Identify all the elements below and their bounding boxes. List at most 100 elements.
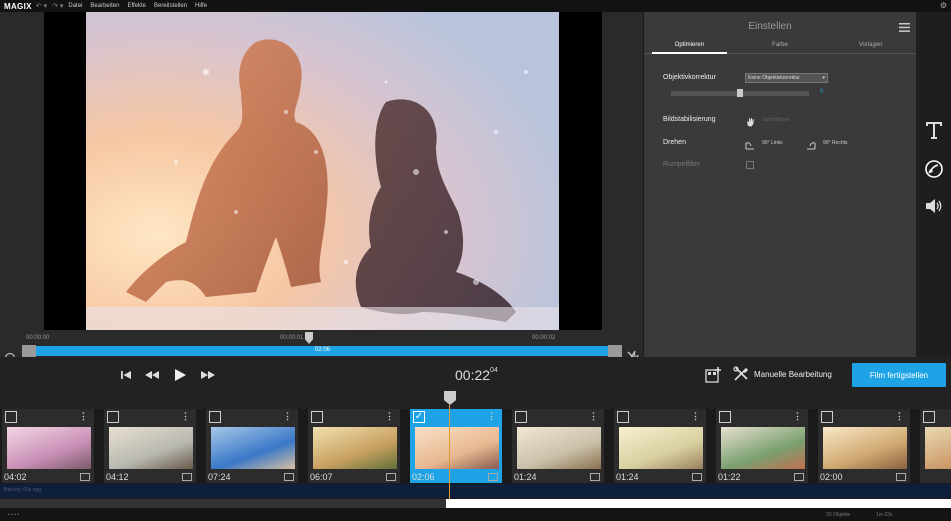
- more-options-icon[interactable]: ⋮: [385, 411, 394, 422]
- audio-track[interactable]: Balcony 60s.ogg: [0, 484, 951, 498]
- manual-edit-label[interactable]: Manuelle Bearbeitung: [754, 370, 832, 379]
- menu-bearbeiten[interactable]: Bearbeiten: [90, 3, 119, 9]
- right-toolbar: [916, 12, 951, 357]
- effects-tool-icon[interactable]: [920, 157, 948, 181]
- clip-thumbnail: [313, 427, 397, 469]
- menu-effekte[interactable]: Effekte: [127, 3, 146, 9]
- clip-8[interactable]: ⋮ 01:22: [716, 409, 808, 483]
- play-icon[interactable]: [172, 367, 188, 383]
- clip-checkbox[interactable]: [923, 411, 935, 423]
- clip-checkbox[interactable]: [821, 411, 833, 423]
- undo-icon[interactable]: ↶ ▾: [36, 2, 47, 10]
- preview-stage: [44, 12, 602, 330]
- more-options-icon[interactable]: ⋮: [793, 411, 802, 422]
- more-options-icon[interactable]: ⋮: [487, 411, 496, 422]
- image-icon: [794, 473, 804, 481]
- timecode-mid: 00:00:01: [280, 335, 304, 341]
- overview-strip-played: [0, 499, 446, 508]
- clip-duration: 01:24: [616, 472, 639, 482]
- clip-duration: 01:24: [514, 472, 537, 482]
- more-options-icon[interactable]: ⋮: [181, 411, 190, 422]
- skip-to-start-icon[interactable]: [118, 367, 134, 383]
- lens-slider-thumb[interactable]: [737, 89, 743, 97]
- timecode-frames: 04: [490, 367, 498, 374]
- clip-duration: 04:12: [106, 472, 129, 482]
- more-options-icon[interactable]: ⋮: [79, 411, 88, 422]
- clip-3[interactable]: ⋮ 07:24: [206, 409, 298, 483]
- tools-icon[interactable]: [733, 366, 749, 382]
- clip-duration: 02:06: [412, 472, 435, 482]
- clip-9[interactable]: ⋮ 02:00: [818, 409, 910, 483]
- tab-vorlagen[interactable]: Vorlagen: [825, 42, 916, 53]
- rotate-right-icon[interactable]: [806, 137, 816, 150]
- clip-thumbnail: [211, 427, 295, 469]
- clip-thumbnail: [517, 427, 601, 469]
- stabilize-action[interactable]: Durchführen: [762, 117, 790, 123]
- clip-checkbox[interactable]: [5, 411, 17, 423]
- hamburger-menu-icon[interactable]: [899, 19, 910, 32]
- clip-checkbox[interactable]: [311, 411, 323, 423]
- timecode-main: 00:22: [455, 367, 491, 383]
- audio-track-name: Balcony 60s.ogg: [4, 487, 41, 493]
- preview-playhead[interactable]: [305, 332, 313, 344]
- clip-7[interactable]: ⋮ 01:24: [614, 409, 706, 483]
- clip-thumbnail: [619, 427, 703, 469]
- fast-forward-icon[interactable]: [200, 367, 216, 383]
- hand-icon[interactable]: [745, 114, 755, 127]
- status-bar: • • • • 20 Objekte 1m 02s: [0, 508, 951, 521]
- chevron-down-icon: ▾: [822, 75, 825, 81]
- clip-1[interactable]: ⋮ 04:02: [2, 409, 94, 483]
- clip-thumbnail: [925, 427, 951, 469]
- gear-icon[interactable]: ⚙: [940, 1, 947, 10]
- tab-farbe[interactable]: Farbe: [735, 42, 826, 53]
- more-options-icon[interactable]: ⋮: [283, 411, 292, 422]
- rotate-right-label[interactable]: 90° Rechts: [823, 140, 848, 146]
- add-media-icon[interactable]: [705, 366, 723, 384]
- tab-optimieren[interactable]: Optimieren: [644, 42, 735, 54]
- clip-duration: 01:22: [718, 472, 741, 482]
- more-options-icon[interactable]: ⋮: [691, 411, 700, 422]
- magix-app-window: MAGIX ↶ ▾ ↷ ▾ Datei Bearbeiten Effekte B…: [0, 0, 951, 521]
- clip-partial[interactable]: [920, 409, 951, 483]
- more-options-icon[interactable]: ⋮: [589, 411, 598, 422]
- storyboard-ruler[interactable]: [0, 395, 951, 409]
- image-icon: [386, 473, 396, 481]
- finish-movie-button[interactable]: Film fertigstellen: [852, 363, 946, 387]
- more-options-icon[interactable]: ⋮: [895, 411, 904, 422]
- text-tool-icon[interactable]: [920, 118, 948, 142]
- menu-hilfe[interactable]: Hilfe: [195, 3, 207, 9]
- panel-tabs: Optimieren Farbe Vorlagen: [644, 42, 916, 54]
- image-icon: [590, 473, 600, 481]
- clip-2[interactable]: ⋮ 04:12: [104, 409, 196, 483]
- status-length: 1m 02s: [876, 512, 893, 518]
- menu-datei[interactable]: Datei: [68, 3, 82, 9]
- clip-checkbox[interactable]: [719, 411, 731, 423]
- current-timecode: 00:2204: [455, 367, 498, 383]
- rotate-left-icon[interactable]: [745, 137, 755, 150]
- clip-5[interactable]: ✓ ⋮ 02:06: [410, 409, 502, 483]
- menu-bereitstellen[interactable]: Bereitstellen: [154, 3, 187, 9]
- clip-6[interactable]: ⋮ 01:24: [512, 409, 604, 483]
- lens-correction-select[interactable]: Keine Objektivkorrektur ▾: [745, 73, 828, 83]
- clip-checkbox[interactable]: [209, 411, 221, 423]
- clip-thumbnail: [721, 427, 805, 469]
- range-start-handle[interactable]: [22, 345, 36, 357]
- redo-icon[interactable]: ↷ ▾: [52, 2, 63, 10]
- clip-checkbox[interactable]: [515, 411, 527, 423]
- clip-checkbox[interactable]: [617, 411, 629, 423]
- clip-checkbox[interactable]: [107, 411, 119, 423]
- range-end-handle[interactable]: [608, 345, 622, 357]
- timecode-end: 00:00:02: [532, 335, 556, 341]
- image-icon: [182, 473, 192, 481]
- clip-4[interactable]: ⋮ 06:07: [308, 409, 400, 483]
- rewind-icon[interactable]: [144, 367, 160, 383]
- rumble-filter-checkbox[interactable]: [746, 161, 754, 169]
- preview-frame-image: [86, 12, 559, 330]
- video-preview-area: 00:00:00 00:00:01 00:00:02 02:06: [0, 12, 643, 366]
- lens-correction-value: 0: [820, 89, 824, 95]
- audio-tool-icon[interactable]: [920, 194, 948, 218]
- rumble-filter-label: Rumpelfilter: [663, 161, 701, 168]
- clip-checkbox[interactable]: ✓: [413, 411, 425, 423]
- rotate-left-label[interactable]: 90° Links: [762, 140, 783, 146]
- status-objects: 20 Objekte: [826, 512, 851, 518]
